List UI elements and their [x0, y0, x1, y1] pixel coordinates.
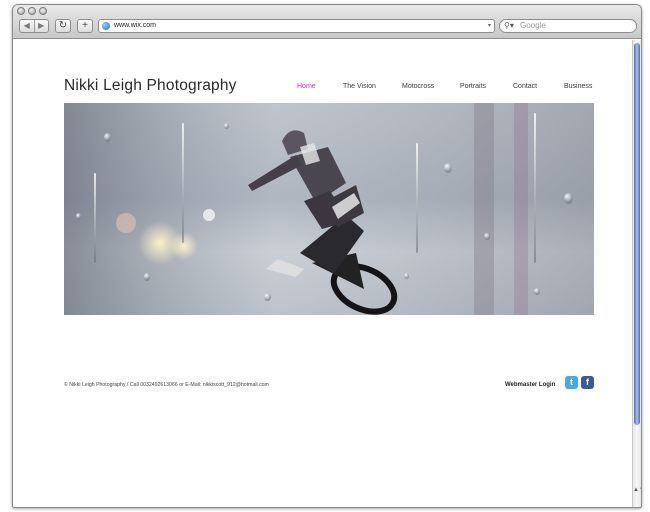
url-text: www.wix.com — [114, 22, 157, 29]
rain-streak — [416, 143, 418, 253]
nav-item-motocross[interactable]: Motocross — [402, 83, 434, 90]
search-placeholder: Google — [520, 21, 546, 30]
close-window-button[interactable] — [17, 7, 25, 15]
facebook-icon[interactable]: f — [581, 376, 594, 389]
zoom-window-button[interactable] — [39, 7, 47, 15]
rain-drop — [224, 123, 229, 129]
nav-item-the-vision[interactable]: The Vision — [343, 83, 376, 90]
minimize-window-button[interactable] — [28, 7, 36, 15]
forward-button[interactable]: ▶ — [33, 20, 49, 32]
rain-drop — [444, 163, 452, 173]
globe-icon — [102, 22, 110, 30]
address-bar[interactable]: www.wix.com ▾ — [98, 19, 495, 33]
rain-drop — [484, 233, 490, 240]
rain-drop — [144, 273, 150, 281]
rain-streak — [534, 113, 536, 263]
rain-drop — [264, 293, 271, 301]
reload-button[interactable]: ↻ — [55, 19, 71, 33]
search-icon[interactable]: ⚲▾ — [504, 20, 514, 32]
history-nav: ◀ ▶ — [19, 19, 49, 33]
twitter-icon[interactable]: t — [565, 376, 578, 389]
rain-streak — [182, 123, 184, 243]
nav-item-home[interactable]: Home — [297, 83, 316, 90]
page-content: Nikki Leigh Photography Home The Vision … — [13, 40, 633, 507]
add-bookmark-button[interactable]: + — [77, 19, 93, 33]
scrollbar-thumb[interactable] — [634, 43, 640, 425]
rain-drop — [104, 133, 111, 142]
nav-item-business[interactable]: Business — [564, 83, 592, 90]
webmaster-login-link[interactable]: Webmaster Login — [505, 382, 555, 388]
rain-drop — [534, 288, 540, 295]
site-title[interactable]: Nikki Leigh Photography — [64, 77, 237, 95]
browser-toolbar: ◀ ▶ ↻ + www.wix.com ▾ ⚲▾ Google — [13, 5, 641, 39]
nav-item-portraits[interactable]: Portraits — [460, 83, 486, 90]
motocross-rider-photo — [64, 103, 594, 315]
back-button[interactable]: ◀ — [20, 20, 34, 32]
search-input[interactable]: ⚲▾ Google — [499, 19, 637, 33]
rain-drop — [564, 193, 573, 204]
scroll-arrows[interactable]: ▲▼ — [633, 486, 641, 494]
url-dropdown-icon[interactable]: ▾ — [488, 20, 491, 32]
rain-drop — [404, 273, 409, 279]
banner-image — [64, 103, 594, 315]
browser-window: ◀ ▶ ↻ + www.wix.com ▾ ⚲▾ Google Nikki Le… — [12, 4, 642, 508]
vertical-scrollbar[interactable]: ▲▼ — [632, 40, 641, 507]
footer-copyright: © Nikki Leigh Photography / Call 0032492… — [64, 382, 269, 388]
nav-item-contact[interactable]: Contact — [513, 83, 537, 90]
rain-streak — [94, 173, 96, 263]
rain-drop — [76, 213, 81, 220]
window-controls — [17, 7, 47, 15]
